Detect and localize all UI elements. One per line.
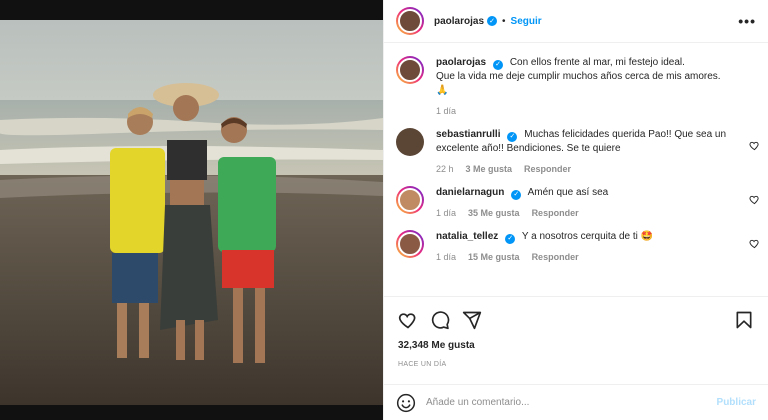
comment-likes[interactable]: 15 Me gusta xyxy=(468,252,520,262)
comment-message: Amén que así sea xyxy=(527,187,609,198)
comment-body: sebastianrulli ✓ Muchas felicidades queri… xyxy=(436,128,756,174)
verified-badge-icon: ✓ xyxy=(511,190,522,200)
comment-likes[interactable]: 3 Me gusta xyxy=(466,164,513,174)
publish-button[interactable]: Publicar xyxy=(717,397,756,408)
author-username[interactable]: paolarojas xyxy=(434,16,484,27)
separator-dot: • xyxy=(502,15,506,27)
caption-emoji: 🙏 xyxy=(436,85,449,96)
author-avatar[interactable] xyxy=(396,7,424,35)
caption-text: paolarojas ✓ Con ellos frente al mar, mi … xyxy=(436,56,736,98)
action-icons xyxy=(384,297,768,335)
caption-username[interactable]: paolarojas xyxy=(436,57,486,68)
post-photo[interactable] xyxy=(0,0,383,420)
like-count[interactable]: 32,348 Me gusta xyxy=(384,335,768,359)
reply-button[interactable]: Responder xyxy=(532,252,579,262)
comment-composer: Publicar xyxy=(384,384,768,420)
comment-text: sebastianrulli ✓ Muchas felicidades queri… xyxy=(436,128,736,156)
verified-badge-icon: ✓ xyxy=(507,132,518,142)
commenter-avatar[interactable] xyxy=(396,128,424,156)
reply-button[interactable]: Responder xyxy=(532,208,579,218)
caption-line-2: Que la vida me deje cumplir muchos años … xyxy=(436,71,721,82)
heart-icon[interactable] xyxy=(398,310,418,330)
comment-message: Y a nosotros cerquita de ti 🤩 xyxy=(521,231,654,242)
comment-icon[interactable] xyxy=(430,310,450,330)
comment-body: natalia_tellez ✓ Y a nosotros cerquita de… xyxy=(436,230,756,262)
share-icon[interactable] xyxy=(462,310,482,330)
heart-icon[interactable] xyxy=(749,238,760,249)
comment-time[interactable]: 1 día xyxy=(436,252,456,262)
comment-time[interactable]: 22 h xyxy=(436,164,454,174)
post-header: paolarojas ✓ • Seguir ••• xyxy=(384,0,768,43)
reply-button[interactable]: Responder xyxy=(524,164,571,174)
verified-badge-icon: ✓ xyxy=(487,16,498,26)
more-icon[interactable]: ••• xyxy=(738,13,756,29)
heart-icon[interactable] xyxy=(749,194,760,205)
verified-badge-icon: ✓ xyxy=(505,234,516,244)
comment-time[interactable]: 1 día xyxy=(436,208,456,218)
comment-input[interactable] xyxy=(426,397,717,408)
commenter-avatar[interactable] xyxy=(396,186,424,214)
caption-body: paolarojas ✓ Con ellos frente al mar, mi … xyxy=(436,56,756,116)
post-timestamp[interactable]: HACE UN DÍA xyxy=(384,359,768,381)
comments-list[interactable]: paolarojas ✓ Con ellos frente al mar, mi … xyxy=(384,44,768,296)
verified-badge-icon: ✓ xyxy=(493,60,504,70)
comment-username[interactable]: natalia_tellez xyxy=(436,231,498,242)
comment-item: danielarnagun ✓ Amén que así sea 1 día 35… xyxy=(384,174,768,218)
post-side-panel: paolarojas ✓ • Seguir ••• paolarojas ✓ Co… xyxy=(383,0,768,420)
caption-line-1: Con ellos frente al mar, mi festejo idea… xyxy=(509,57,685,68)
author-avatar[interactable] xyxy=(396,56,424,84)
comment-item: sebastianrulli ✓ Muchas felicidades queri… xyxy=(384,116,768,174)
comment-username[interactable]: danielarnagun xyxy=(436,187,504,198)
commenter-avatar[interactable] xyxy=(396,230,424,258)
caption: paolarojas ✓ Con ellos frente al mar, mi … xyxy=(384,44,768,116)
follow-button[interactable]: Seguir xyxy=(511,16,542,27)
comment-meta: 22 h 3 Me gusta Responder xyxy=(436,164,736,174)
comment-username[interactable]: sebastianrulli xyxy=(436,129,500,140)
comment-text: natalia_tellez ✓ Y a nosotros cerquita de… xyxy=(436,230,736,244)
comment-meta: 1 día 15 Me gusta Responder xyxy=(436,252,736,262)
beach-family-photo xyxy=(0,0,383,420)
comment-likes[interactable]: 35 Me gusta xyxy=(468,208,520,218)
heart-icon[interactable] xyxy=(749,140,760,151)
comment-meta: 1 día 35 Me gusta Responder xyxy=(436,208,736,218)
comment-text: danielarnagun ✓ Amén que así sea xyxy=(436,186,736,200)
comment-body: danielarnagun ✓ Amén que así sea 1 día 35… xyxy=(436,186,756,218)
emoji-icon[interactable] xyxy=(396,393,416,413)
post-actions: 32,348 Me gusta HACE UN DÍA Publicar xyxy=(384,296,768,420)
caption-time[interactable]: 1 día xyxy=(436,106,456,116)
caption-meta: 1 día xyxy=(436,106,736,116)
comment-item: natalia_tellez ✓ Y a nosotros cerquita de… xyxy=(384,218,768,262)
bookmark-icon[interactable] xyxy=(734,310,754,330)
author-info: paolarojas ✓ • Seguir xyxy=(434,16,542,27)
